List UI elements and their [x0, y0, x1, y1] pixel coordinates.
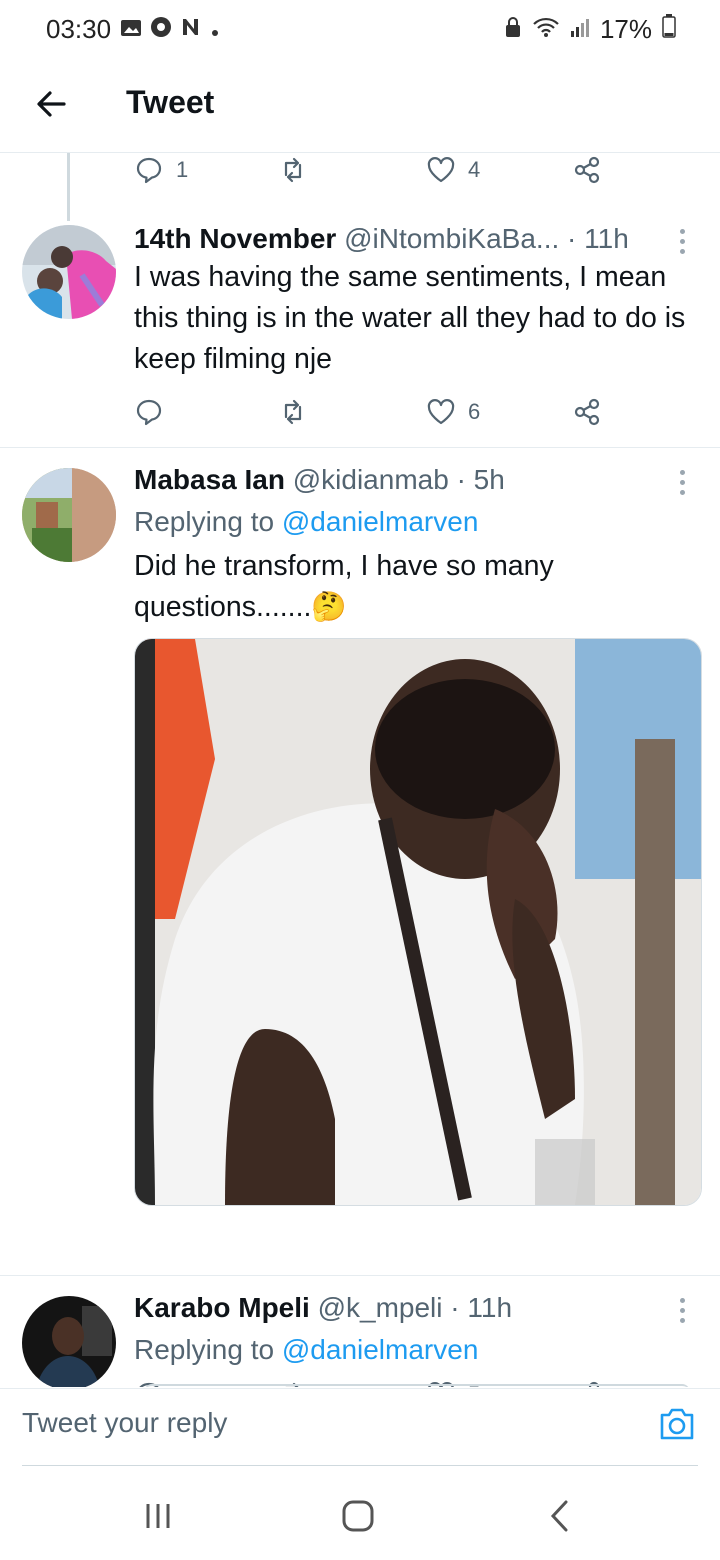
more-options-icon[interactable] [680, 470, 690, 495]
tweet-time: · 11h [567, 223, 629, 254]
tweet-photo [135, 639, 701, 1205]
share-icon [574, 156, 600, 184]
tweet-feed[interactable]: 1 4 14th November @iNtombiKaBa... · 11h … [0, 153, 720, 1387]
like-button[interactable]: 6 [426, 397, 480, 427]
avatar[interactable] [22, 1296, 116, 1387]
retweet-button[interactable] [278, 155, 320, 185]
tweet-header: 14th November @iNtombiKaBa... · 11h [134, 223, 629, 255]
system-nav-bar [0, 1466, 720, 1560]
share-button[interactable] [572, 397, 602, 427]
tweet-header: Karabo Mpeli @k_mpeli · 11h [134, 1292, 512, 1324]
tweet-header: Mabasa Ian @kidianmab · 5h [134, 464, 505, 496]
like-count: 4 [468, 157, 481, 182]
camera-button[interactable] [656, 1403, 698, 1445]
display-name[interactable]: Karabo Mpeli [134, 1292, 310, 1323]
reply-icon [136, 399, 162, 426]
replying-to: Replying to @danielmarven [134, 506, 478, 538]
user-handle[interactable]: @k_mpeli [318, 1292, 443, 1323]
heart-icon [427, 157, 455, 183]
camera-icon [660, 1408, 694, 1440]
gallery-icon [120, 14, 142, 45]
home-button[interactable] [338, 1496, 378, 1536]
avatar-image [22, 1296, 116, 1387]
tweet-actions: 6 [0, 397, 720, 437]
retweet-icon [284, 399, 302, 425]
heart-icon [427, 399, 455, 425]
status-time: 03:30 [46, 14, 112, 44]
lock-icon [504, 14, 522, 45]
recent-apps-icon [146, 1504, 170, 1528]
reply-button[interactable]: 1 [134, 155, 188, 185]
home-icon [342, 1500, 374, 1532]
reply-button[interactable] [134, 397, 176, 427]
back-nav-button[interactable] [540, 1496, 580, 1536]
replying-prefix: Replying to [134, 506, 282, 537]
display-name[interactable]: Mabasa Ian [134, 464, 285, 495]
tweet-time: · 5h [456, 464, 505, 495]
more-options-icon[interactable] [680, 229, 690, 254]
tweet-actions: 1 4 [0, 155, 720, 195]
like-count: 6 [468, 399, 481, 424]
replying-to: Replying to @danielmarven [134, 1334, 478, 1366]
chrome-icon [150, 14, 172, 45]
chevron-left-icon [550, 1500, 568, 1532]
replying-to-link[interactable]: @danielmarven [282, 506, 479, 537]
avatar-image [22, 225, 116, 319]
tweet-text: Did he transform, I have so many questio… [134, 550, 554, 623]
back-button[interactable] [32, 84, 72, 124]
avatar-image [22, 468, 116, 562]
wifi-icon [532, 14, 560, 45]
reply-count: 1 [176, 157, 189, 182]
status-left-icons [120, 14, 220, 45]
signal-icon [570, 14, 590, 45]
retweet-icon [284, 157, 302, 183]
divider [0, 447, 720, 448]
share-button[interactable] [572, 155, 602, 185]
page-title: Tweet [126, 84, 215, 120]
reply-icon [136, 157, 162, 184]
replying-prefix: Replying to [134, 1334, 282, 1365]
reply-bar: Tweet your reply [0, 1388, 720, 1467]
recent-apps-button[interactable] [138, 1496, 178, 1536]
arrow-left-icon [37, 91, 66, 117]
status-bar: 03:30 17% [0, 0, 720, 58]
retweet-button[interactable] [278, 397, 320, 427]
tweet-time: · 11h [450, 1292, 513, 1323]
replying-to-link[interactable]: @danielmarven [282, 1334, 479, 1365]
tweet-text: I was having the same sentiments, I mean… [134, 261, 686, 375]
user-handle[interactable]: @kidianmab [293, 464, 449, 495]
news-icon [180, 14, 202, 45]
avatar[interactable] [22, 468, 116, 562]
avatar[interactable] [22, 225, 116, 319]
divider [0, 1275, 720, 1276]
share-icon [574, 398, 600, 426]
reply-input[interactable]: Tweet your reply [22, 1407, 227, 1439]
top-header: Tweet [0, 58, 720, 153]
battery-icon [662, 14, 676, 45]
quoted-media-edge [144, 1384, 690, 1387]
user-handle[interactable]: @iNtombiKaBa... [344, 223, 559, 254]
tweet-media[interactable] [134, 638, 702, 1206]
battery-text: 17% [599, 14, 652, 44]
more-options-icon[interactable] [680, 1298, 690, 1323]
like-button[interactable]: 4 [426, 155, 480, 185]
status-right-icons: 17% [504, 14, 676, 45]
display-name[interactable]: 14th November [134, 223, 336, 254]
dot-icon [210, 14, 220, 45]
